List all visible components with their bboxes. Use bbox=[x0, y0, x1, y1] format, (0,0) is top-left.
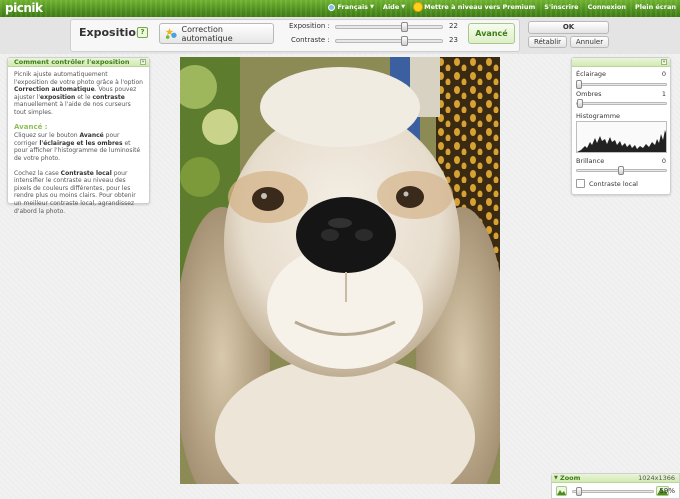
advanced-panel: » Éclairage 0 Ombres 1 Histogramme Brill… bbox=[571, 57, 671, 195]
auto-correct-label: Correction automatique bbox=[181, 24, 233, 43]
contrast-slider[interactable] bbox=[335, 36, 443, 46]
help-menu-label: Aide bbox=[382, 3, 400, 11]
premium-label: Mettre à niveau vers Premium bbox=[424, 3, 536, 11]
fullscreen-link[interactable]: Plein écran bbox=[635, 3, 676, 11]
ok-button[interactable]: OK bbox=[528, 21, 609, 34]
help-panel-body: Picnik ajuste automatiquement l'expositi… bbox=[8, 67, 149, 226]
zoom-percent: 59% bbox=[659, 487, 675, 495]
help-bold: contraste bbox=[92, 93, 125, 101]
picnik-logo[interactable]: picnik bbox=[5, 1, 43, 15]
zoom-slider[interactable] bbox=[572, 487, 654, 496]
top-nav: Français ▼ Aide ▼ Mettre à niveau vers P… bbox=[328, 3, 676, 11]
auto-correct-button[interactable]: Correction automatique bbox=[159, 23, 274, 44]
collapse-icon[interactable]: » bbox=[140, 59, 146, 65]
shadows-label: Ombres bbox=[576, 90, 602, 98]
collapse-icon[interactable]: » bbox=[661, 59, 667, 65]
help-panel-header: Comment contrôler l'exposition » bbox=[8, 58, 149, 67]
advanced-button[interactable]: Avancé bbox=[468, 23, 515, 44]
help-menu[interactable]: Aide ▼ bbox=[383, 3, 405, 11]
help-text: et le bbox=[75, 93, 93, 101]
lighting-value: 0 bbox=[661, 70, 666, 78]
brightness-slider[interactable] bbox=[576, 166, 667, 175]
contrast-label: Contraste : bbox=[291, 36, 330, 44]
brightness-slider-thumb[interactable] bbox=[617, 166, 624, 175]
magic-wand-icon bbox=[165, 28, 177, 39]
local-contrast-checkbox[interactable] bbox=[576, 179, 585, 188]
exposure-value: 22 bbox=[449, 22, 458, 30]
help-panel: Comment contrôler l'exposition » Picnik … bbox=[7, 57, 150, 215]
language-menu[interactable]: Français ▼ bbox=[328, 3, 374, 11]
contrast-value: 23 bbox=[449, 36, 458, 44]
cancel-button[interactable]: Annuler bbox=[570, 36, 609, 48]
photo-canvas[interactable] bbox=[180, 57, 500, 484]
help-bold: l'éclairage et les ombres bbox=[39, 139, 123, 147]
help-bold: exposition bbox=[40, 93, 76, 101]
help-advanced-title: Avancé : bbox=[14, 122, 48, 131]
zoom-header: ▼ Zoom 1024x1366 bbox=[552, 474, 679, 483]
premium-sun-icon bbox=[414, 3, 423, 11]
advanced-panel-header: » bbox=[572, 58, 670, 67]
exposure-slider-thumb[interactable] bbox=[401, 22, 409, 32]
help-paragraph-3: Cochez la case Contraste local pour inte… bbox=[14, 170, 143, 216]
zoom-panel: ▼ Zoom 1024x1366 59% bbox=[551, 473, 680, 499]
help-panel-title: Comment contrôler l'exposition bbox=[14, 58, 130, 66]
histogram-bars bbox=[577, 130, 666, 152]
help-paragraph-1: Picnik ajuste automatiquement l'expositi… bbox=[14, 71, 143, 117]
zoom-label: Zoom bbox=[560, 474, 581, 482]
help-text: pour intensifier le contraste au niveau … bbox=[14, 169, 136, 215]
help-bold: Contraste local bbox=[60, 169, 112, 177]
chevron-down-icon: ▼ bbox=[370, 4, 374, 10]
help-button[interactable]: ? bbox=[137, 27, 148, 38]
shadows-slider[interactable] bbox=[576, 99, 667, 108]
tool-title: Exposition bbox=[79, 26, 144, 39]
shadows-value: 1 bbox=[661, 90, 666, 98]
help-text: Cochez la case bbox=[14, 169, 61, 177]
language-label: Français bbox=[337, 3, 369, 11]
signup-link[interactable]: S'inscrire bbox=[544, 3, 578, 11]
contrast-slider-thumb[interactable] bbox=[401, 36, 409, 46]
login-link[interactable]: Connexion bbox=[588, 3, 626, 11]
histogram-label: Histogramme bbox=[576, 112, 621, 120]
lighting-slider-thumb[interactable] bbox=[576, 80, 582, 89]
help-text: manuellement à l'aide de nos curseurs to… bbox=[14, 101, 131, 116]
help-text: Cliquez sur le bouton bbox=[14, 132, 80, 140]
tool-toolbar: Exposition ? Correction automatique Expo… bbox=[0, 17, 680, 54]
exposure-label: Exposition : bbox=[289, 22, 330, 30]
exposure-slider[interactable] bbox=[335, 22, 443, 32]
local-contrast-label: Contraste local bbox=[589, 180, 638, 188]
premium-link[interactable]: Mettre à niveau vers Premium bbox=[414, 3, 535, 11]
help-paragraph-2: Cliquez sur le bouton Avancé pour corrig… bbox=[14, 132, 143, 162]
lighting-slider[interactable] bbox=[576, 80, 667, 89]
image-dimensions: 1024x1366 bbox=[638, 474, 675, 482]
dog-photo bbox=[180, 57, 500, 484]
help-bold: Correction automatique bbox=[14, 86, 95, 94]
top-bar: picnik Français ▼ Aide ▼ Mettre à niveau… bbox=[0, 0, 680, 17]
globe-icon bbox=[328, 3, 336, 11]
reset-button[interactable]: Rétablir bbox=[528, 36, 567, 48]
zoom-slider-thumb[interactable] bbox=[575, 487, 582, 496]
brightness-label: Brillance bbox=[576, 157, 605, 165]
brightness-value: 0 bbox=[661, 157, 666, 165]
help-bold: Avancé bbox=[79, 132, 104, 140]
zoom-toggle-icon[interactable]: ▼ bbox=[554, 474, 558, 483]
help-text: Picnik ajuste automatiquement l'expositi… bbox=[14, 71, 143, 86]
shadows-slider-thumb[interactable] bbox=[576, 99, 583, 108]
histogram-chart bbox=[576, 121, 667, 153]
lighting-label: Éclairage bbox=[576, 70, 607, 78]
chevron-down-icon: ▼ bbox=[401, 4, 406, 10]
zoom-out-icon[interactable] bbox=[556, 486, 567, 496]
